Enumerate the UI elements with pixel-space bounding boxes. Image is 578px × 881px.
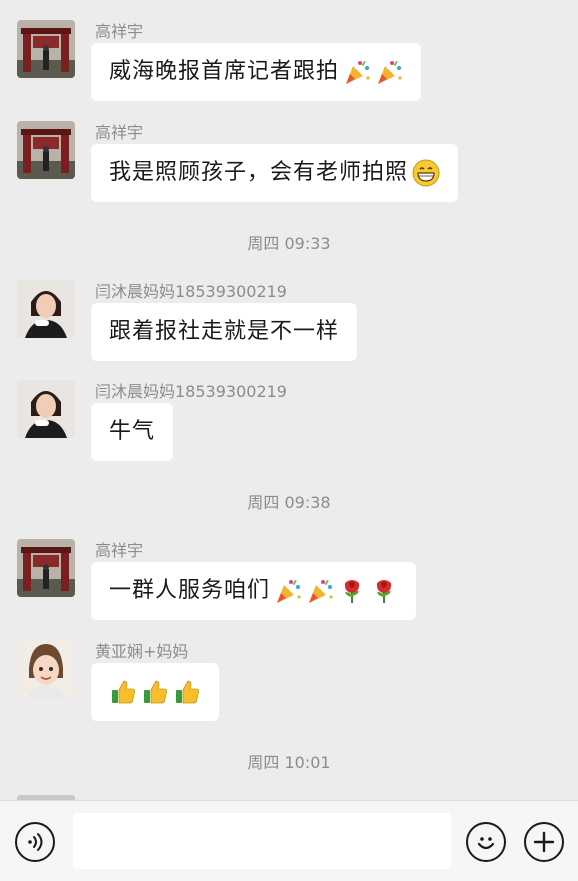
grinning-face-icon: [412, 159, 440, 187]
voice-icon: [28, 833, 43, 851]
message-bubble[interactable]: 威海晚报首席记者跟拍: [91, 43, 422, 101]
message-text: 威海晚报首席记者跟拍: [109, 59, 340, 84]
message-bubble[interactable]: 我是照顾孩子，会有老师拍照: [91, 144, 459, 202]
sender-name: 高祥宇: [95, 541, 144, 560]
message-bubble[interactable]: [91, 663, 219, 721]
avatar[interactable]: [17, 640, 75, 698]
timestamp: 周四 10:01: [247, 753, 331, 772]
avatar[interactable]: [17, 280, 75, 338]
sender-name: 闫沐晨妈妈18539300219: [95, 282, 287, 301]
avatar[interactable]: [17, 380, 75, 438]
smiley-icon: [477, 837, 495, 850]
thumbs-up-icon: [144, 680, 167, 704]
avatar[interactable]: [17, 20, 75, 78]
sender-name: 黄亚娴+妈妈: [95, 642, 189, 661]
message-text: 一群人服务咱们: [109, 578, 271, 603]
chat-area[interactable]: 高祥宇 威海晚报首席记者跟拍 高祥宇 我是照顾孩子，会有老师拍照 周四 09:3…: [0, 0, 578, 800]
thumbs-up-icon: [176, 680, 199, 704]
message-text: 牛气: [109, 419, 156, 444]
avatar[interactable]: [17, 539, 75, 597]
sender-name: 高祥宇: [95, 123, 144, 142]
sender-name: 闫沐晨妈妈18539300219: [95, 382, 287, 401]
plus-icon: [533, 831, 555, 853]
timestamp: 周四 09:38: [247, 493, 331, 512]
party-popper-icon: [309, 579, 333, 603]
party-popper-icon: [346, 60, 370, 84]
message-input[interactable]: [73, 813, 451, 869]
more-button[interactable]: [524, 822, 564, 862]
message-bubble[interactable]: 一群人服务咱们: [91, 562, 417, 620]
message-bubble[interactable]: 牛气: [91, 403, 174, 461]
party-popper-icon: [277, 579, 301, 603]
party-popper-icon: [378, 60, 402, 84]
avatar[interactable]: [17, 121, 75, 179]
message-text: 我是照顾孩子，会有老师拍照: [109, 160, 409, 185]
sender-name: 高祥宇: [95, 22, 144, 41]
message-bubble[interactable]: 跟着报社走就是不一样: [91, 303, 358, 361]
input-bar: [0, 800, 578, 881]
rose-icon: [376, 580, 392, 603]
timestamp: 周四 09:33: [247, 234, 331, 253]
message-text: 跟着报社走就是不一样: [109, 319, 340, 344]
thumbs-up-icon: [112, 680, 135, 704]
emoji-button[interactable]: [466, 822, 506, 862]
rose-icon: [344, 580, 360, 603]
voice-button[interactable]: [15, 822, 55, 862]
